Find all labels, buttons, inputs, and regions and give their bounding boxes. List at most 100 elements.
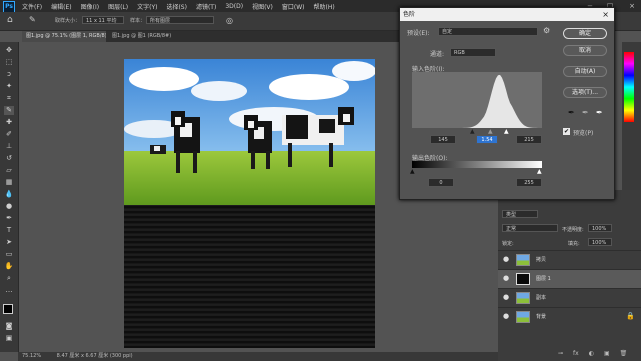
path-select-icon[interactable]: ➤ bbox=[4, 238, 14, 247]
layer-row-background[interactable]: ● 背景 🔒 bbox=[498, 307, 641, 326]
menu-item-9[interactable]: 窗口(W) bbox=[282, 2, 305, 11]
levels-dialog: 色阶 × 预设(E): 自定 ⚙ 通道: RGB 输入色阶(I): ▲ ▲ ▲ … bbox=[399, 7, 615, 200]
dodge-tool-icon[interactable]: ● bbox=[4, 202, 14, 211]
blur-tool-icon[interactable]: 💧 bbox=[4, 190, 14, 199]
input-white-field[interactable]: 215 bbox=[516, 135, 542, 144]
dialog-title-bar: 色阶 × bbox=[400, 8, 614, 21]
sample-select[interactable]: 所有图层 bbox=[146, 16, 214, 24]
move-tool-icon[interactable]: ✥ bbox=[4, 46, 14, 55]
gradient-tool-icon[interactable]: ▦ bbox=[4, 178, 14, 187]
preset-select[interactable]: 自定 bbox=[438, 27, 538, 36]
visibility-eye-icon[interactable]: ● bbox=[503, 255, 509, 263]
quick-select-tool-icon[interactable]: ✦ bbox=[4, 82, 14, 91]
menu-item-5[interactable]: 选择(S) bbox=[166, 2, 187, 11]
tab-document-2[interactable]: 图1.jpg @ 图1 (RGB/8#) bbox=[108, 31, 196, 42]
white-point-eyedropper-icon[interactable]: ✒ bbox=[596, 108, 603, 117]
layer-row-duplicate[interactable]: ● 副本 bbox=[498, 288, 641, 307]
hue-slider[interactable] bbox=[624, 52, 634, 122]
marquee-tool-icon[interactable]: ⬚ bbox=[4, 58, 14, 67]
rectangle-tool-icon[interactable]: ▭ bbox=[4, 250, 14, 259]
menu-item-3[interactable]: 图层(L) bbox=[108, 2, 128, 11]
visibility-eye-icon[interactable]: ● bbox=[503, 293, 509, 301]
home-icon[interactable]: ⌂ bbox=[7, 15, 17, 25]
menu-item-8[interactable]: 视图(V) bbox=[252, 2, 273, 11]
crop-tool-icon[interactable]: ⌗ bbox=[4, 94, 14, 103]
main-menu: 文件(F) 编辑(E) 图像(I) 图层(L) 文字(Y) 选择(S) 滤镜(T) 3D(D)… bbox=[22, 0, 335, 12]
canvas-image[interactable] bbox=[124, 59, 375, 205]
input-white-slider[interactable]: ▲ bbox=[504, 128, 509, 135]
layer-name: 副本 bbox=[536, 295, 547, 301]
type-tool-icon[interactable]: T bbox=[4, 226, 14, 235]
noise-layer-area[interactable] bbox=[124, 205, 375, 348]
menu-item-10[interactable]: 帮助(H) bbox=[314, 2, 335, 11]
history-brush-icon[interactable]: ↺ bbox=[4, 154, 14, 163]
lock-icon: 🔒 bbox=[626, 312, 635, 320]
mask-icon[interactable]: ◐ bbox=[589, 350, 594, 357]
healing-brush-icon[interactable]: ✚ bbox=[4, 118, 14, 127]
foreground-color-swatch[interactable] bbox=[3, 304, 13, 314]
ok-button[interactable]: 确定 bbox=[563, 28, 607, 39]
auto-button[interactable]: 自动(A) bbox=[563, 66, 607, 77]
lasso-tool-icon[interactable]: ↄ bbox=[4, 70, 14, 79]
output-white-slider[interactable]: ▲ bbox=[537, 168, 542, 175]
new-layer-icon[interactable]: ▣ bbox=[604, 350, 610, 357]
menu-item-1[interactable]: 编辑(E) bbox=[51, 2, 71, 11]
channel-select[interactable]: RGB bbox=[450, 48, 496, 57]
output-black-field[interactable]: 0 bbox=[428, 178, 454, 187]
output-black-slider[interactable]: ▲ bbox=[410, 168, 415, 175]
brush-tool-icon[interactable]: ✐ bbox=[4, 130, 14, 139]
link-layers-icon[interactable]: ⊸ bbox=[558, 350, 563, 357]
close-app-button[interactable]: × bbox=[625, 0, 639, 12]
input-gray-slider[interactable]: ▲ bbox=[488, 128, 493, 135]
zoom-level[interactable]: 75.12% bbox=[22, 353, 41, 359]
menu-item-2[interactable]: 图像(I) bbox=[81, 2, 99, 11]
screen-mode-icon[interactable]: ▣ bbox=[4, 334, 14, 343]
cancel-button[interactable]: 取消 bbox=[563, 45, 607, 56]
visibility-eye-icon[interactable]: ● bbox=[503, 274, 509, 282]
layer-filter-input[interactable]: 类型 bbox=[502, 210, 538, 218]
sample-size-select[interactable]: 11 x 11 平均 bbox=[82, 16, 124, 24]
gray-point-eyedropper-icon[interactable]: ✒ bbox=[582, 108, 589, 117]
hand-tool-icon[interactable]: ✋ bbox=[4, 262, 14, 271]
sample-size-label: 取样大小： bbox=[55, 18, 81, 24]
pen-tool-icon[interactable]: ✒ bbox=[4, 214, 14, 223]
show-ring-icon[interactable]: ◎ bbox=[226, 16, 233, 25]
layer-row-layer1[interactable]: ● 图层 1 bbox=[498, 269, 641, 288]
fx-icon[interactable]: fx bbox=[573, 350, 579, 357]
channel-label: 通道: bbox=[430, 51, 445, 58]
options-button[interactable]: 选项(T)... bbox=[563, 87, 607, 98]
layers-panel: 图层 通道 路径 类型 正常 不透明度: 100% 锁定: 填充: 100% ●… bbox=[498, 190, 641, 361]
layer-thumbnail bbox=[516, 254, 530, 266]
blend-mode-select[interactable]: 正常 bbox=[502, 224, 558, 232]
layer-row-copy[interactable]: ● 拷贝 bbox=[498, 250, 641, 269]
quick-mask-icon[interactable]: ◙ bbox=[4, 322, 14, 331]
opacity-input[interactable]: 100% bbox=[588, 224, 612, 232]
eraser-tool-icon[interactable]: ▱ bbox=[4, 166, 14, 175]
clone-stamp-icon[interactable]: ⊥ bbox=[4, 142, 14, 151]
eyedropper-icon[interactable]: ✎ bbox=[4, 106, 14, 115]
zoom-tool-icon[interactable]: ⌕ bbox=[4, 274, 14, 283]
menu-item-6[interactable]: 滤镜(T) bbox=[196, 2, 216, 11]
preview-checkbox[interactable]: ✔ bbox=[563, 128, 570, 135]
input-black-slider[interactable]: ▲ bbox=[470, 128, 475, 135]
input-black-field[interactable]: 145 bbox=[430, 135, 456, 144]
dialog-close-button[interactable]: × bbox=[602, 8, 609, 21]
output-white-field[interactable]: 255 bbox=[516, 178, 542, 187]
menu-item-4[interactable]: 文字(Y) bbox=[137, 2, 157, 11]
histogram bbox=[412, 72, 542, 128]
tab-document-1[interactable]: 图1.jpg @ 75.1% (图层 1, RGB/8) * bbox=[22, 31, 106, 42]
lock-label: 锁定: bbox=[502, 241, 514, 247]
visibility-eye-icon[interactable]: ● bbox=[503, 312, 509, 320]
eyedropper-tool-icon[interactable]: ✎ bbox=[29, 15, 36, 24]
menu-item-0[interactable]: 文件(F) bbox=[22, 2, 42, 11]
fill-input[interactable]: 100% bbox=[588, 238, 612, 246]
input-gray-field[interactable]: 1.54 bbox=[476, 135, 498, 144]
more-tools-icon[interactable]: … bbox=[4, 286, 14, 295]
delete-layer-icon[interactable]: 🗑 bbox=[620, 350, 628, 357]
menu-item-7[interactable]: 3D(D) bbox=[225, 3, 243, 10]
fill-label: 填充: bbox=[568, 241, 580, 247]
preview-label: 预览(P) bbox=[573, 130, 594, 137]
black-point-eyedropper-icon[interactable]: ✒ bbox=[568, 108, 575, 117]
status-bar: 75.12% 8.47 厘米 x 6.67 厘米 (300 ppi) bbox=[18, 352, 498, 361]
preset-options-gear-icon[interactable]: ⚙ bbox=[543, 26, 550, 35]
